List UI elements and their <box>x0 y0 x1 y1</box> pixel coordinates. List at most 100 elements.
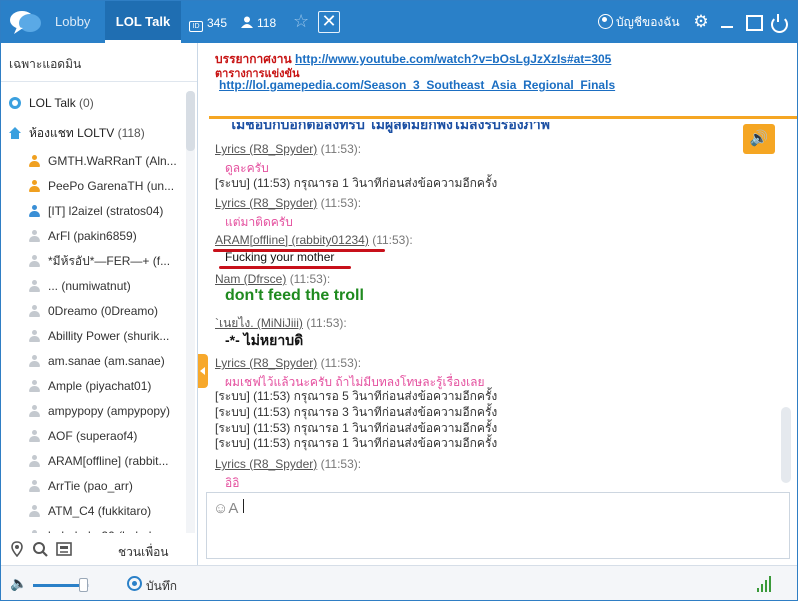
cut-off-message: ไม่ชอบก็บอกต่อสิ่งที่รับ ไม่ผู้สดิมียักพ… <box>229 122 550 132</box>
record-icon[interactable] <box>127 576 142 591</box>
user-icon <box>29 205 40 217</box>
speaker-volume-icon[interactable]: 🔈 <box>10 575 27 592</box>
gamepedia-link[interactable]: http://lol.gamepedia.com/Season_3_Southe… <box>219 78 615 92</box>
message-header: Lyrics (R8_Spyder) (11:53): <box>215 356 361 370</box>
user-list-item[interactable]: ... (numiwatnut) <box>29 276 179 296</box>
user-list-item[interactable]: ArrTie (pao_arr) <box>29 476 179 496</box>
red-annotation-underline <box>219 266 351 269</box>
youtube-link[interactable]: http://www.youtube.com/watch?v=bOsLgJzXz… <box>295 52 611 66</box>
user-list-item[interactable]: am.sanae (am.sanae) <box>29 351 179 371</box>
user-name: ... (numiwatnut) <box>48 279 131 293</box>
close-room-button[interactable]: ✕ <box>318 11 340 33</box>
user-icon <box>29 330 40 342</box>
channel-icon <box>9 97 21 109</box>
message-time: (11:53): <box>372 233 413 247</box>
user-name: ArrTie (pao_arr) <box>48 479 133 493</box>
user-name: ATM_C4 (fukkitaro) <box>48 504 152 518</box>
group-count: (0) <box>79 96 94 110</box>
user-name: am.sanae (am.sanae) <box>48 354 165 368</box>
sender-name[interactable]: Lyrics (R8_Spyder) <box>215 457 317 471</box>
user-icon <box>29 405 40 417</box>
user-list-item[interactable]: [IT] l2aizel (stratos04) <box>29 201 179 221</box>
id-card-icon: ID <box>189 21 203 32</box>
signal-strength-icon <box>757 574 775 592</box>
tab-lol-talk[interactable]: LOL Talk <box>105 1 181 43</box>
volume-slider-knob[interactable] <box>79 578 88 592</box>
user-name: PeePo GarenaTH (un... <box>48 179 175 193</box>
gear-icon[interactable]: ⚙ <box>692 13 710 31</box>
message-header: Lyrics (R8_Spyder) (11:53): <box>215 196 361 210</box>
tab-lobby[interactable]: Lobby <box>55 1 90 43</box>
message-time: (11:53): <box>320 196 362 210</box>
contact-card-icon[interactable] <box>56 541 72 557</box>
message-body: -*- ไม่หยาบดิ <box>225 332 304 348</box>
sidebar-scrollbar[interactable] <box>186 91 195 563</box>
collapse-sidebar-handle[interactable] <box>198 354 208 388</box>
user-icon <box>29 455 40 467</box>
user-list-item[interactable]: AOF (superaof4) <box>29 426 179 446</box>
message-time: (11:53): <box>320 356 362 370</box>
message-header: Nam (Dfrsce) (11:53): <box>215 272 330 286</box>
user-list-item[interactable]: ampypopy (ampypopy) <box>29 401 179 421</box>
favorite-star-icon[interactable]: ☆ <box>293 12 309 30</box>
room-id-stat: ID 345 <box>189 15 228 32</box>
message-time: (11:53): <box>320 142 362 156</box>
minimize-button[interactable] <box>718 13 736 31</box>
bottom-bar: 🔈 บันทึก <box>1 565 797 600</box>
volume-slider-fill <box>33 584 81 587</box>
sender-name[interactable]: Lyrics (R8_Spyder) <box>215 196 317 210</box>
chat-scrollbar[interactable] <box>781 407 791 483</box>
user-name: GMTH.WaRRanT (Aln... <box>48 154 177 168</box>
record-label[interactable]: บันทึก <box>146 577 177 596</box>
sidebar-header: เฉพาะแอดมิน <box>9 57 82 71</box>
user-list-item[interactable]: ArFl (pakin6859) <box>29 226 179 246</box>
user-list-item[interactable]: GMTH.WaRRanT (Aln... <box>29 151 179 171</box>
sidebar-scroll-thumb[interactable] <box>186 91 195 151</box>
announcement-panel: บรรยากาศงาน http://www.youtube.com/watch… <box>209 45 797 119</box>
app-window: Lobby LOL Talk ID 345 118 ☆ ✕ บัญชีของฉัน… <box>0 0 798 601</box>
user-icon <box>29 480 40 492</box>
my-account-button[interactable]: บัญชีของฉัน <box>598 13 680 31</box>
group-lol-talk[interactable]: LOL Talk (0) <box>9 93 94 113</box>
user-list-item[interactable]: Abillity Power (shurik... <box>29 326 179 346</box>
divider <box>1 81 197 82</box>
user-icon <box>29 380 40 392</box>
user-list-item[interactable]: PeePo GarenaTH (un... <box>29 176 179 196</box>
user-list-item[interactable]: *มีห้รอัป*—FER—+ (f... <box>29 251 179 271</box>
message-input[interactable]: ☺A <box>206 492 790 559</box>
user-list-item[interactable]: ARAM[offline] (rabbit... <box>29 451 179 471</box>
system-message: [ระบบ] (11:53) กรุณารอ 1 วินาทีก่อนส่งข้… <box>215 176 498 190</box>
sender-name[interactable]: Nam (Dfrsce) <box>215 272 286 286</box>
message-body: don't feed the troll <box>225 287 364 304</box>
power-icon[interactable] <box>769 13 788 33</box>
user-icon <box>29 230 40 242</box>
message-header: ARAM[offline] (rabbity01234) (11:53): <box>215 233 413 247</box>
room-id-value: 345 <box>207 16 228 30</box>
user-name: ARAM[offline] (rabbit... <box>48 454 169 468</box>
text-caret <box>243 499 244 513</box>
invite-friends-button[interactable]: ชวนเพื่อน <box>118 543 169 562</box>
user-icon <box>29 280 40 292</box>
sender-name[interactable]: ARAM[offline] (rabbity01234) <box>215 233 369 247</box>
user-list-item[interactable]: 0Dreamo (0Dreamo) <box>29 301 179 321</box>
group-room-loltv[interactable]: ห้องแชท LOLTV (118) <box>9 123 145 143</box>
user-icon <box>29 505 40 517</box>
maximize-button[interactable] <box>744 13 763 31</box>
sender-name[interactable]: Lyrics (R8_Spyder) <box>215 142 317 156</box>
message-time: (11:53): <box>306 316 347 330</box>
chat-log: ไม่ชอบก็บอกต่อสิ่งที่รับ ไม่ผู้สดิมียักพ… <box>209 122 797 488</box>
user-list-item[interactable]: ATM_C4 (fukkitaro) <box>29 501 179 521</box>
user-icon <box>29 180 40 192</box>
sender-name[interactable]: Lyrics (R8_Spyder) <box>215 356 317 370</box>
home-icon <box>9 127 21 139</box>
user-count-value: 118 <box>257 16 277 30</box>
user-name: ampypopy (ampypopy) <box>48 404 171 418</box>
sender-name[interactable]: `เนยไง. (MiNiJiii) <box>215 316 303 330</box>
emoticon-icon[interactable]: ☺A <box>213 500 238 517</box>
megaphone-icon[interactable]: 🔊 <box>743 124 775 154</box>
user-name: ArFl (pakin6859) <box>48 229 137 243</box>
location-pin-icon[interactable] <box>9 541 25 557</box>
user-count-stat: 118 <box>241 15 276 31</box>
search-icon[interactable] <box>32 541 48 557</box>
user-list-item[interactable]: Ample (piyachat01) <box>29 376 179 396</box>
